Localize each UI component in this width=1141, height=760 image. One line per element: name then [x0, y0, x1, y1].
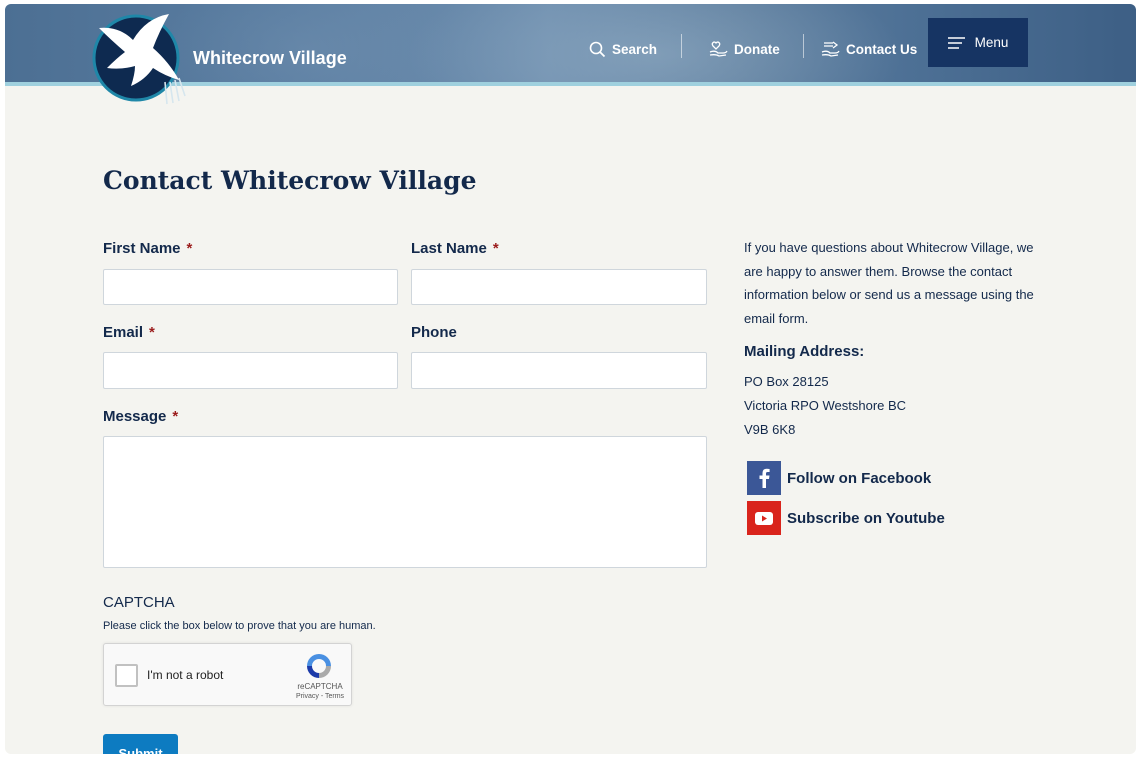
nav-divider	[681, 34, 682, 58]
phone-field[interactable]	[411, 352, 707, 389]
mailing-address-title: Mailing Address:	[744, 343, 865, 360]
email-field[interactable]	[103, 352, 398, 389]
recaptcha-brand: reCAPTCHA	[297, 682, 343, 691]
captcha-title: CAPTCHA	[103, 594, 175, 611]
bird-logo-icon[interactable]	[91, 10, 191, 110]
search-icon	[589, 41, 606, 57]
message-label-text: Message	[103, 408, 167, 425]
nav-contact-link[interactable]: Contact Us	[821, 38, 917, 60]
youtube-link-label: Subscribe on Youtube	[787, 509, 945, 527]
address-line: V9B 6K8	[744, 422, 796, 437]
required-marker: *	[172, 408, 179, 425]
email-label: Email *	[103, 324, 155, 341]
phone-label: Phone	[411, 324, 457, 341]
facebook-icon	[747, 461, 781, 495]
recaptcha-terms-link[interactable]: Privacy - Terms	[292, 693, 348, 700]
message-label: Message *	[103, 408, 178, 425]
nav-divider	[803, 34, 804, 58]
nav-contact-label: Contact Us	[846, 41, 918, 57]
facebook-link[interactable]: Follow on Facebook	[747, 461, 931, 495]
recaptcha-widget: I'm not a robot reCAPTCHA Privacy - Term…	[103, 643, 352, 706]
recaptcha-label: I'm not a robot	[147, 668, 224, 682]
last-name-field[interactable]	[411, 269, 707, 305]
youtube-icon	[747, 501, 781, 535]
required-marker: *	[492, 240, 499, 257]
menu-button[interactable]: Menu	[928, 18, 1028, 67]
nav-search-link[interactable]: Search	[589, 38, 657, 60]
nav-donate-link[interactable]: Donate	[709, 38, 780, 60]
first-name-label: First Name *	[103, 240, 192, 257]
recaptcha-logo-icon	[307, 654, 331, 678]
captcha-help: Please click the box below to prove that…	[103, 620, 376, 632]
last-name-label-text: Last Name	[411, 240, 487, 257]
hands-contact-icon	[821, 40, 840, 57]
required-marker: *	[149, 324, 155, 341]
required-marker: *	[186, 240, 193, 257]
contact-intro-text: If you have questions about Whitecrow Vi…	[744, 240, 1034, 327]
message-textarea[interactable]	[103, 436, 707, 568]
menu-label: Menu	[974, 35, 1009, 50]
last-name-label: Last Name *	[411, 240, 499, 257]
hamburger-icon	[947, 36, 965, 49]
nav-donate-label: Donate	[734, 41, 780, 57]
address-line: PO Box 28125	[744, 374, 829, 389]
site-title[interactable]: Whitecrow Village	[193, 48, 347, 69]
nav-search-label: Search	[612, 41, 658, 57]
page-title: Contact Whitecrow Village	[103, 166, 477, 195]
youtube-link[interactable]: Subscribe on Youtube	[747, 501, 945, 535]
first-name-field[interactable]	[103, 269, 398, 305]
first-name-label-text: First Name	[103, 240, 181, 257]
recaptcha-checkbox[interactable]	[115, 664, 138, 687]
address-line: Victoria RPO Westshore BC	[744, 398, 907, 413]
submit-button[interactable]: Submit	[103, 734, 178, 754]
email-label-text: Email	[103, 324, 144, 341]
facebook-link-label: Follow on Facebook	[787, 469, 932, 487]
browser-page: Search Donate Contact Us Menu Whitecrow …	[5, 4, 1136, 754]
hands-heart-icon	[709, 41, 728, 57]
